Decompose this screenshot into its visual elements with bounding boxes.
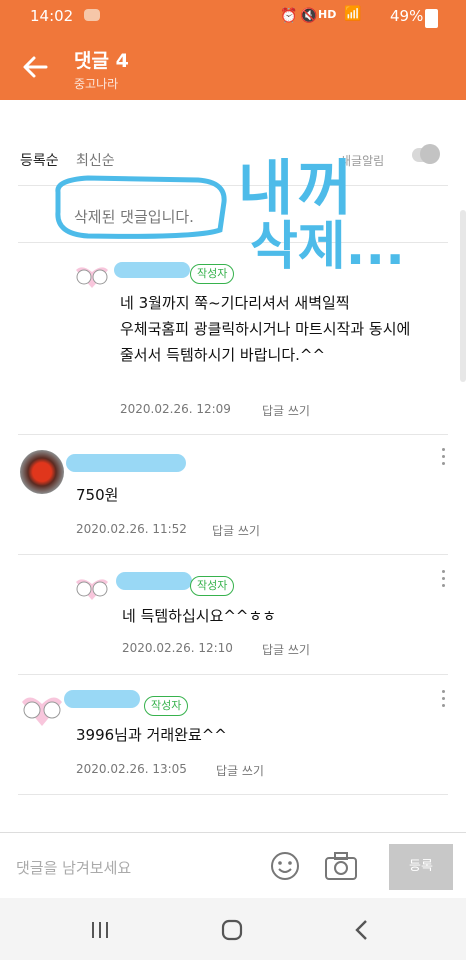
app-bar: 댓글 4 중고나라: [0, 34, 466, 100]
comment-date: 2020.02.26. 12:09: [120, 402, 231, 416]
more-options-icon[interactable]: [442, 448, 446, 469]
recent-apps-icon[interactable]: [90, 920, 110, 940]
scribble-circle: [55, 175, 227, 239]
reply-button[interactable]: 답글 쓰기: [262, 641, 310, 658]
page-subtitle: 중고나라: [74, 77, 119, 91]
comment-text-line: 줄서서 득템하시기 바랍니다.^^: [120, 346, 326, 364]
avatar[interactable]: [18, 690, 66, 730]
comment-text-line: 우체국홈피 광클릭하시거나 마트시작과 동시에: [120, 320, 411, 338]
sort-latest[interactable]: 최신순: [76, 150, 115, 170]
author-badge: 작성자: [190, 264, 235, 284]
scrollbar[interactable]: [460, 210, 466, 382]
camera-icon[interactable]: [324, 851, 358, 881]
comment-input-bar: 댓글을 남겨보세요 등록: [0, 832, 466, 899]
more-options-icon[interactable]: [442, 690, 446, 711]
reply-button[interactable]: 답글 쓰기: [212, 522, 260, 539]
username-redacted: [64, 690, 140, 708]
wifi-icon: 📶: [344, 6, 362, 22]
back-arrow-icon[interactable]: [20, 52, 50, 82]
divider: [18, 554, 448, 555]
comment-date: 2020.02.26. 13:05: [76, 762, 187, 776]
alert-toggle-knob[interactable]: [420, 144, 440, 164]
comment-text: 3996님과 거래완료^^: [76, 726, 227, 744]
comment-date: 2020.02.26. 11:52: [76, 522, 187, 536]
avatar[interactable]: [72, 574, 112, 604]
divider: [18, 794, 448, 795]
reply-button[interactable]: 답글 쓰기: [216, 762, 264, 779]
reply-button[interactable]: 답글 쓰기: [262, 402, 310, 419]
avatar[interactable]: [72, 262, 112, 292]
battery-percent: 49%: [390, 7, 424, 25]
talk-notification-icon: [84, 9, 100, 21]
handwritten-note: 삭제...: [250, 217, 405, 277]
comment-text: 750원: [76, 486, 119, 504]
comment-text: 네 득템하십시요^^ㅎㅎ: [122, 607, 277, 625]
author-badge: 작성자: [190, 576, 235, 596]
battery-icon: [425, 9, 438, 28]
more-options-icon[interactable]: [442, 570, 446, 591]
status-time: 14:02: [30, 7, 74, 25]
username-redacted: [116, 572, 192, 590]
sort-registered[interactable]: 등록순: [20, 150, 59, 170]
author-badge: 작성자: [144, 696, 189, 716]
divider: [18, 434, 448, 435]
username-redacted: [114, 262, 190, 278]
comment-date: 2020.02.26. 12:10: [122, 641, 233, 655]
emoji-icon[interactable]: [270, 851, 300, 881]
username-redacted: [66, 454, 186, 472]
status-bar: 14:02 ⏰ 🔇 HD 📶 49%: [0, 0, 466, 34]
submit-button[interactable]: 등록: [389, 844, 453, 890]
divider: [18, 674, 448, 675]
back-nav-icon[interactable]: [352, 918, 370, 942]
avatar[interactable]: [20, 450, 64, 494]
mute-icon: 🔇: [300, 8, 318, 24]
page-title: 댓글 4: [74, 50, 129, 72]
home-icon[interactable]: [220, 918, 244, 942]
comment-text-line: 네 3월까지 쭉~기다리셔서 새벽일찍: [120, 294, 350, 312]
hd-indicator: HD: [318, 8, 337, 21]
alarm-icon: ⏰: [280, 8, 298, 24]
comment-input[interactable]: 댓글을 남겨보세요: [16, 857, 131, 878]
system-nav-bar: [0, 898, 466, 960]
